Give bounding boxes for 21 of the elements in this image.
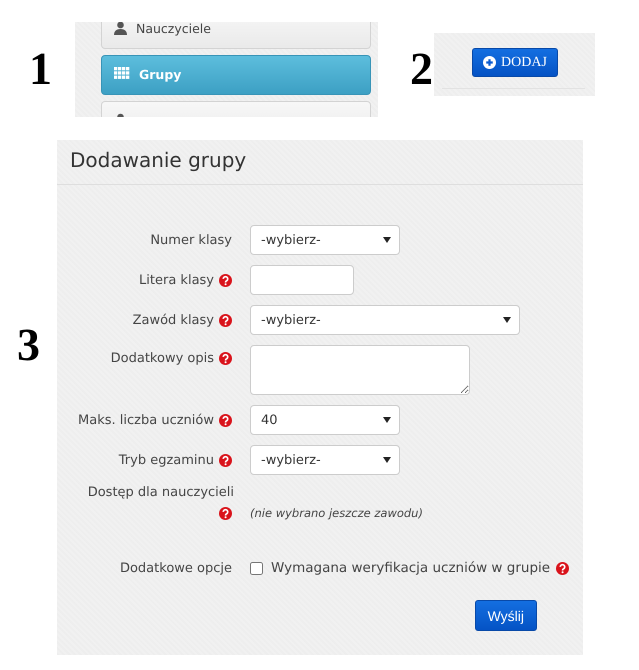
form-title: Dodawanie grupy [57,140,583,185]
add-button[interactable]: DODAJ [472,48,558,77]
field-label: Numer klasy [150,232,232,248]
step-number: 2 [410,46,434,92]
step-number: 3 [16,318,41,372]
hint-text: (nie wybrano jeszcze zawodu) [250,506,423,520]
field-label: Dostęp dla nauczycieli [88,485,234,500]
select-field[interactable]: -wybierz- [250,305,520,335]
field-label: Zawód klasy [132,312,214,328]
field-label: Maks. liczba uczniów [78,412,214,428]
field-label: Dodatkowe opcje [120,560,232,576]
step-number: 1 [28,46,53,92]
checkbox-label: Wymagana weryfikacja uczniów w grupie [271,560,550,576]
submit-button[interactable]: Wyślij [474,600,537,631]
field-label: Tryb egzaminu [118,452,214,468]
select-field[interactable]: -wybierz- [250,225,400,255]
sidebar-item[interactable]: Nauczyciele [101,22,371,49]
select-field[interactable]: -wybierz- [250,445,400,475]
field-label: Dodatkowy opis [110,351,214,366]
field-label: Litera klasy [139,272,214,288]
select-field[interactable]: 40 [250,405,400,435]
